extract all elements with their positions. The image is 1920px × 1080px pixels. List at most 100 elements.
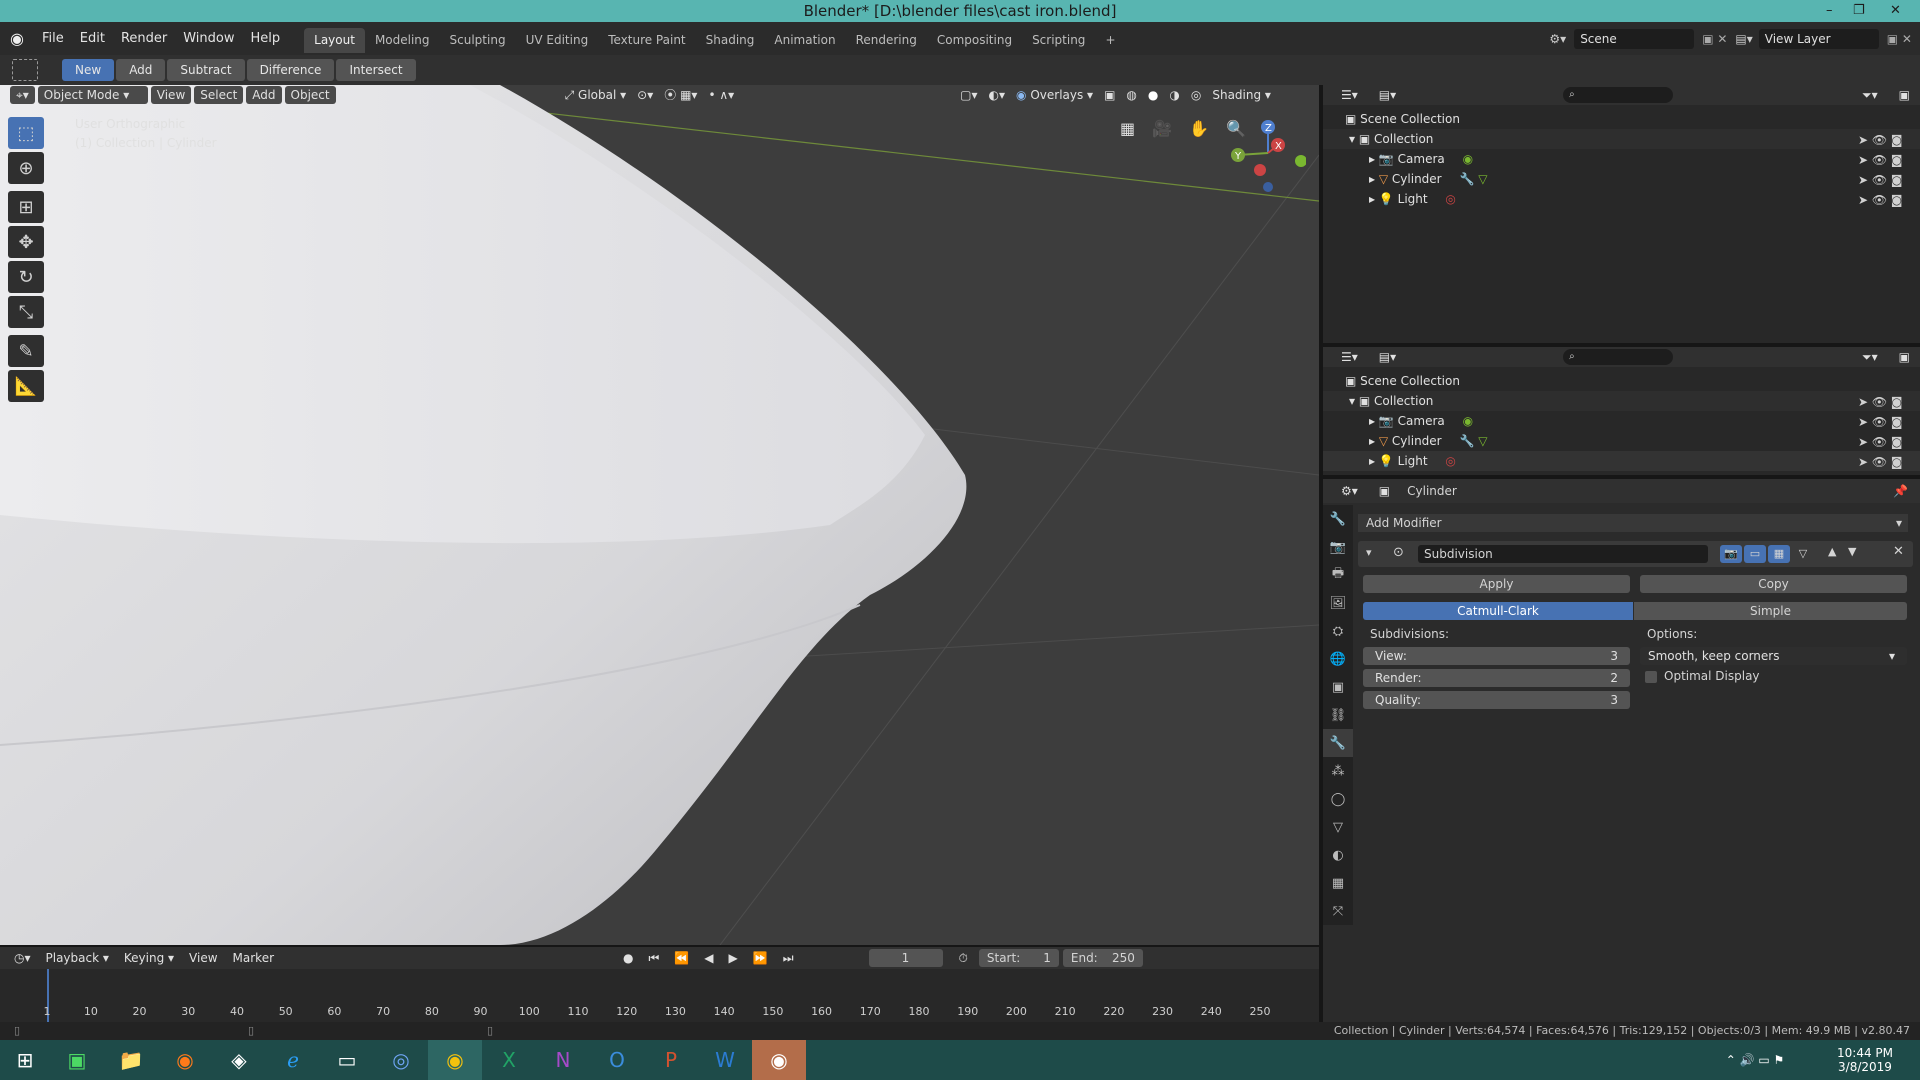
outliner2-item-light[interactable]: ▸ 💡 Light ◎ bbox=[1323, 451, 1920, 471]
play-icon[interactable]: ▶ bbox=[725, 949, 742, 967]
outliner-item-cylinder[interactable]: ▸ ▽ Cylinder 🔧 ▽ bbox=[1323, 169, 1920, 189]
jump-start-icon[interactable]: ⏮ bbox=[645, 949, 664, 967]
pin-icon[interactable]: 📌 bbox=[1889, 482, 1912, 500]
outliner-scene-collection[interactable]: ▣ Scene Collection bbox=[1323, 109, 1920, 129]
tool-annotate[interactable]: ✎ bbox=[8, 335, 44, 367]
start-button-icon[interactable]: ⊞ bbox=[0, 1040, 50, 1080]
mode-selector[interactable]: Object Mode ▾ bbox=[37, 86, 148, 104]
stopwatch-icon[interactable]: ⏱ bbox=[955, 949, 972, 967]
tab-material[interactable]: ◐ bbox=[1323, 841, 1353, 869]
add-workspace-button[interactable]: + bbox=[1095, 28, 1125, 53]
menu-select[interactable]: Select bbox=[194, 86, 244, 104]
tab-render[interactable]: 📷 bbox=[1323, 533, 1353, 561]
clock[interactable]: 10:44 PM 3/8/2019 bbox=[1810, 1040, 1920, 1080]
outliner-filter-icon[interactable]: ⏷▾ bbox=[1858, 86, 1882, 104]
restrict-icons-collection[interactable]: ➤ 👁 ◙ bbox=[1858, 133, 1903, 147]
close-button[interactable]: ✕ bbox=[1890, 0, 1901, 22]
show-editmode-icon[interactable]: ▦ bbox=[1768, 545, 1790, 563]
restrict-icons-cylinder[interactable]: ➤ 👁 ◙ bbox=[1858, 435, 1903, 449]
outliner-search-icon[interactable]: ⌕ bbox=[1563, 87, 1674, 103]
quality-field[interactable]: Quality: 3 bbox=[1363, 691, 1630, 709]
maximize-button[interactable]: ❐ bbox=[1853, 0, 1865, 22]
tab-compositing[interactable]: Compositing bbox=[927, 28, 1022, 53]
playhead[interactable] bbox=[47, 969, 49, 1027]
outliner-item-light[interactable]: ▸ 💡 Light ◎ bbox=[1323, 189, 1920, 209]
optimal-display-checkbox[interactable] bbox=[1645, 671, 1657, 683]
outliner2-scene-collection[interactable]: ▣ Scene Collection bbox=[1323, 371, 1920, 391]
menu-edit[interactable]: Edit bbox=[72, 22, 113, 55]
show-on-cage-icon[interactable]: ▽ bbox=[1792, 545, 1814, 563]
file-explorer-icon[interactable]: 📁 bbox=[104, 1040, 158, 1080]
menu-window[interactable]: Window bbox=[175, 22, 242, 55]
restrict-icons-cylinder[interactable]: ➤ 👁 ◙ bbox=[1858, 173, 1903, 187]
chrome-icon[interactable]: ◉ bbox=[428, 1040, 482, 1080]
properties-editor-type-icon[interactable]: ⚙▾ bbox=[1337, 482, 1362, 500]
minimize-button[interactable]: – bbox=[1826, 0, 1833, 22]
tab-object-data[interactable]: ▽ bbox=[1323, 813, 1353, 841]
expand-icon[interactable]: ▸ bbox=[1369, 172, 1375, 186]
axis-gizmo[interactable]: Z Y X bbox=[1226, 115, 1306, 195]
tab-modifiers[interactable]: 🔧 bbox=[1323, 729, 1353, 757]
expand-icon[interactable]: ▸ bbox=[1369, 414, 1375, 428]
outliner-top[interactable]: ☰▾ ▤▾ ⌕ ⏷▾ ▣ ▣ Scene Collection ▾ ▣ Coll… bbox=[1323, 85, 1920, 343]
view-layer-field[interactable]: View Layer bbox=[1758, 28, 1879, 49]
edge-icon[interactable]: ℯ bbox=[266, 1040, 320, 1080]
tab-scripting[interactable]: Scripting bbox=[1022, 28, 1095, 53]
outliner-item-camera[interactable]: ▸ 📷 Camera ◉ bbox=[1323, 149, 1920, 169]
tool-measure[interactable]: 📐 bbox=[8, 370, 44, 402]
expand-icon[interactable]: ▸ bbox=[1369, 454, 1375, 468]
uv-smooth-dropdown[interactable]: Smooth, keep corners ▾ bbox=[1640, 647, 1907, 665]
current-frame-field[interactable]: 1 bbox=[868, 949, 943, 967]
blender-logo-icon[interactable]: ◉ bbox=[0, 29, 34, 48]
tool-select-box[interactable]: ⬚ bbox=[8, 117, 44, 149]
pan-hand-icon[interactable]: ✋ bbox=[1185, 120, 1213, 138]
outliner2-item-camera[interactable]: ▸ 📷 Camera ◉ bbox=[1323, 411, 1920, 431]
timeline-editor[interactable]: ◷▾ Playback ▾ Keying ▾ View Marker ● ⏮ ⏪… bbox=[0, 947, 1319, 1027]
select-box-icon[interactable] bbox=[12, 59, 38, 81]
tab-scene[interactable]: ⛭ bbox=[1323, 617, 1353, 645]
proportional-edit-icon[interactable]: • ∧▾ bbox=[704, 86, 738, 104]
expand-icon[interactable]: ▾ bbox=[1349, 132, 1355, 146]
bool-new-button[interactable]: New bbox=[62, 59, 115, 81]
restrict-icons-camera[interactable]: ➤ 👁 ◙ bbox=[1858, 153, 1903, 167]
system-tray-icons[interactable]: ⌃ 🔊 ▭ ⚑ bbox=[1700, 1040, 1810, 1080]
shading-wireframe-icon[interactable]: ◍ bbox=[1122, 86, 1140, 104]
move-down-icon[interactable]: ▼ bbox=[1848, 545, 1856, 558]
end-frame-field[interactable]: End: 250 bbox=[1062, 949, 1143, 967]
render-levels-field[interactable]: Render: 2 bbox=[1363, 669, 1630, 687]
remove-modifier-icon[interactable]: ✕ bbox=[1893, 544, 1904, 559]
expand-icon[interactable]: ▸ bbox=[1369, 434, 1375, 448]
restrict-icons-camera[interactable]: ➤ 👁 ◙ bbox=[1858, 415, 1903, 429]
chrome-blue-icon[interactable]: ◎ bbox=[374, 1040, 428, 1080]
jump-end-icon[interactable]: ⏭ bbox=[779, 949, 798, 967]
menu-view[interactable]: View bbox=[150, 86, 192, 104]
timeline-ruler[interactable]: 1 10 20 30 40 50 60 70 80 90 100 110 120 130 140 150 160… bbox=[0, 969, 1319, 1027]
copy-button[interactable]: Copy bbox=[1640, 575, 1907, 593]
gizmo-toggle-icon[interactable]: ◐▾ bbox=[985, 86, 1010, 104]
outliner2-search-icon[interactable]: ⌕ bbox=[1563, 349, 1674, 365]
catmull-clark-option[interactable]: Catmull-Clark bbox=[1363, 602, 1633, 620]
view-levels-field[interactable]: View: 3 bbox=[1363, 647, 1630, 665]
visibility-icon[interactable]: ▢▾ bbox=[956, 86, 981, 104]
restrict-icons-light[interactable]: ➤ 👁 ◙ bbox=[1858, 193, 1903, 207]
tool-cursor[interactable]: ⊕ bbox=[8, 152, 44, 184]
outliner-collection[interactable]: ▾ ▣ Collection bbox=[1323, 129, 1920, 149]
outlook-icon[interactable]: O bbox=[590, 1040, 644, 1080]
menu-object[interactable]: Object bbox=[284, 86, 336, 104]
app-window-icon[interactable]: ▭ bbox=[320, 1040, 374, 1080]
menu-render[interactable]: Render bbox=[113, 22, 175, 55]
tab-texture[interactable]: ▦ bbox=[1323, 869, 1353, 897]
outliner2-item-cylinder[interactable]: ▸ ▽ Cylinder 🔧 ▽ bbox=[1323, 431, 1920, 451]
tab-texture-paint[interactable]: Texture Paint bbox=[598, 28, 695, 53]
tab-shading[interactable]: Shading bbox=[696, 28, 765, 53]
menu-add[interactable]: Add bbox=[246, 86, 282, 104]
tab-output[interactable]: 🖶 bbox=[1323, 561, 1353, 589]
pivot-icon[interactable]: ⊙▾ bbox=[633, 86, 657, 104]
outliner2-collection[interactable]: ▾ ▣ Collection bbox=[1323, 391, 1920, 411]
outliner-display-mode-icon[interactable]: ▤▾ bbox=[1375, 86, 1400, 104]
start-frame-field[interactable]: Start: 1 bbox=[978, 949, 1059, 967]
tab-physics[interactable]: ◯ bbox=[1323, 785, 1353, 813]
shading-solid-icon[interactable]: ● bbox=[1144, 86, 1162, 104]
tool-rotate[interactable]: ↻ bbox=[8, 261, 44, 293]
show-viewport-icon[interactable]: ▭ bbox=[1744, 545, 1766, 563]
